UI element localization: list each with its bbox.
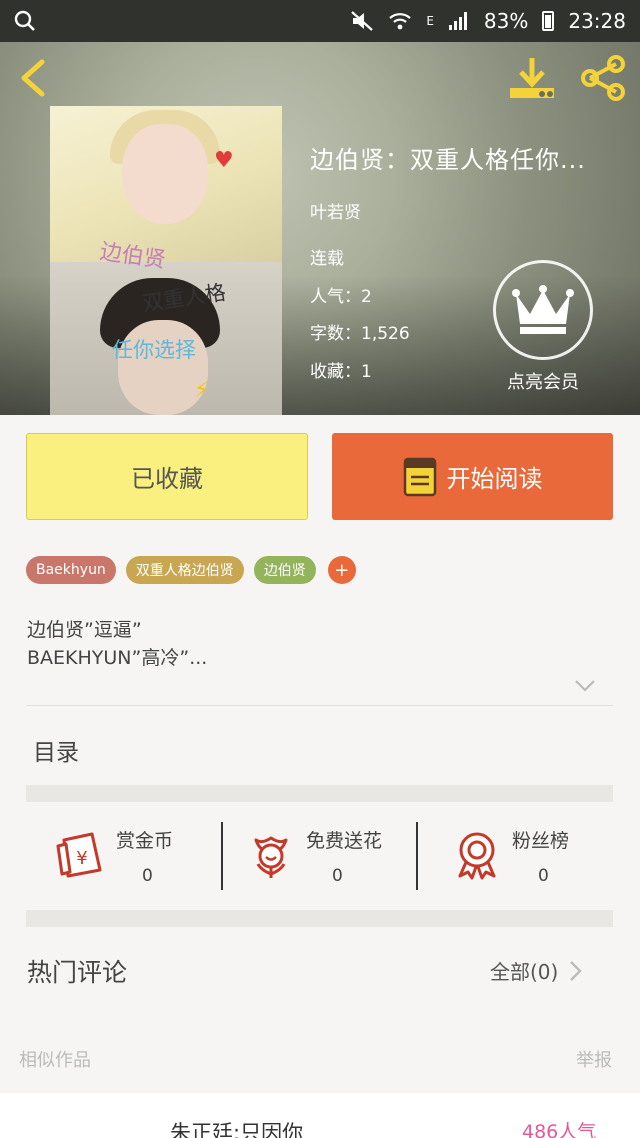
share-icon[interactable] xyxy=(578,54,628,102)
download-icon[interactable] xyxy=(506,54,558,102)
all-comments-label: 全部(0) xyxy=(490,960,559,984)
book-word-count: 字数：1,526 xyxy=(310,324,410,344)
description-line: BAEKHYUN”高冷”... xyxy=(27,647,208,669)
wifi-icon xyxy=(389,13,412,30)
tag-chip[interactable]: Baekhyun xyxy=(26,556,116,584)
book-favorites: 收藏：1 xyxy=(310,362,372,382)
clock: 23:28 xyxy=(568,9,626,33)
reward-coins-button[interactable]: ¥ 赏金币 0 xyxy=(56,818,226,896)
mute-icon xyxy=(351,11,374,31)
description-line: 边伯贤”逗逼” xyxy=(27,619,142,641)
signal-icon xyxy=(448,12,467,30)
gold-coin-envelope-icon: ¥ xyxy=(56,832,102,878)
heart-icon: ♥ xyxy=(214,148,234,173)
collected-label: 已收藏 xyxy=(131,465,203,493)
start-reading-button[interactable]: 开始阅读 xyxy=(332,433,613,520)
report-link[interactable]: 举报 xyxy=(576,1046,612,1072)
ribbon-medal-icon xyxy=(458,832,496,880)
status-bar: E 83% 23:28 xyxy=(0,0,640,42)
search-icon[interactable] xyxy=(14,10,36,32)
chevron-down-icon[interactable] xyxy=(574,678,596,694)
back-icon[interactable] xyxy=(14,56,54,100)
cover-text: 任你选择 xyxy=(112,338,196,362)
flower-icon xyxy=(254,836,288,878)
battery-percent: 83% xyxy=(483,9,529,33)
stat-name: 免费送花 xyxy=(306,830,383,852)
lightning-icon: ⚡ xyxy=(194,378,210,403)
all-comments-link[interactable]: 全部(0) xyxy=(490,956,583,985)
crown-icon xyxy=(493,260,593,360)
divider xyxy=(416,822,418,890)
stat-value: 0 xyxy=(142,866,153,886)
svg-text:¥: ¥ xyxy=(76,848,87,869)
book-author[interactable]: 叶若贤 xyxy=(310,198,361,223)
add-tag-button[interactable]: + xyxy=(327,556,356,584)
member-button[interactable]: 点亮会员 xyxy=(492,260,594,394)
tag-list: Baekhyun 双重人格边伯贤 边伯贤 + xyxy=(26,556,356,584)
recommendation-title: 朱正廷:只因你 xyxy=(170,1121,304,1138)
stat-value: 0 xyxy=(538,866,549,886)
start-reading-label: 开始阅读 xyxy=(446,465,543,493)
chevron-right-icon xyxy=(570,960,583,981)
book-status: 连载 xyxy=(310,249,344,269)
book-info: 边伯贤：双重人格任你... 叶若贤 连载 人气：2 字数：1,526 收藏：1 xyxy=(310,140,636,382)
stats-row: ¥ 赏金币 0 免费送花 0 粉丝榜 0 xyxy=(26,818,613,896)
book-title: 边伯贤：双重人格任你... xyxy=(310,146,586,174)
similar-works-title: 相似作品 xyxy=(19,1050,91,1071)
hot-comments-title: 热门评论 xyxy=(27,958,128,987)
book-popularity: 人气：2 xyxy=(310,287,372,307)
divider xyxy=(221,822,223,890)
section-divider xyxy=(26,910,613,927)
book-icon xyxy=(403,457,436,496)
divider xyxy=(26,705,613,706)
collected-button[interactable]: 已收藏 xyxy=(26,433,308,520)
network-type: E xyxy=(426,14,434,28)
send-flower-button[interactable]: 免费送花 0 xyxy=(246,818,426,896)
tag-chip[interactable]: 双重人格边伯贤 xyxy=(125,556,244,584)
member-label: 点亮会员 xyxy=(507,372,579,393)
stat-name: 赏金币 xyxy=(116,830,174,852)
tag-chip[interactable]: 边伯贤 xyxy=(253,556,316,584)
book-header: ♥ ⚡ 边伯贤 双重人格 任你选择 边伯贤：双重人格任你... 叶若贤 连载 人… xyxy=(0,42,640,415)
book-cover[interactable]: ♥ ⚡ 边伯贤 双重人格 任你选择 xyxy=(50,106,282,415)
book-description[interactable]: 边伯贤”逗逼” BAEKHYUN”高冷”... xyxy=(27,616,207,672)
stat-value: 0 xyxy=(332,866,343,886)
recommendation-popularity: 486人气 xyxy=(522,1121,597,1138)
fan-ranking-button[interactable]: 粉丝榜 0 xyxy=(452,818,612,896)
table-of-contents[interactable]: 目录 xyxy=(33,733,79,767)
battery-icon xyxy=(542,11,555,31)
section-divider xyxy=(26,785,613,802)
stat-name: 粉丝榜 xyxy=(512,830,570,852)
